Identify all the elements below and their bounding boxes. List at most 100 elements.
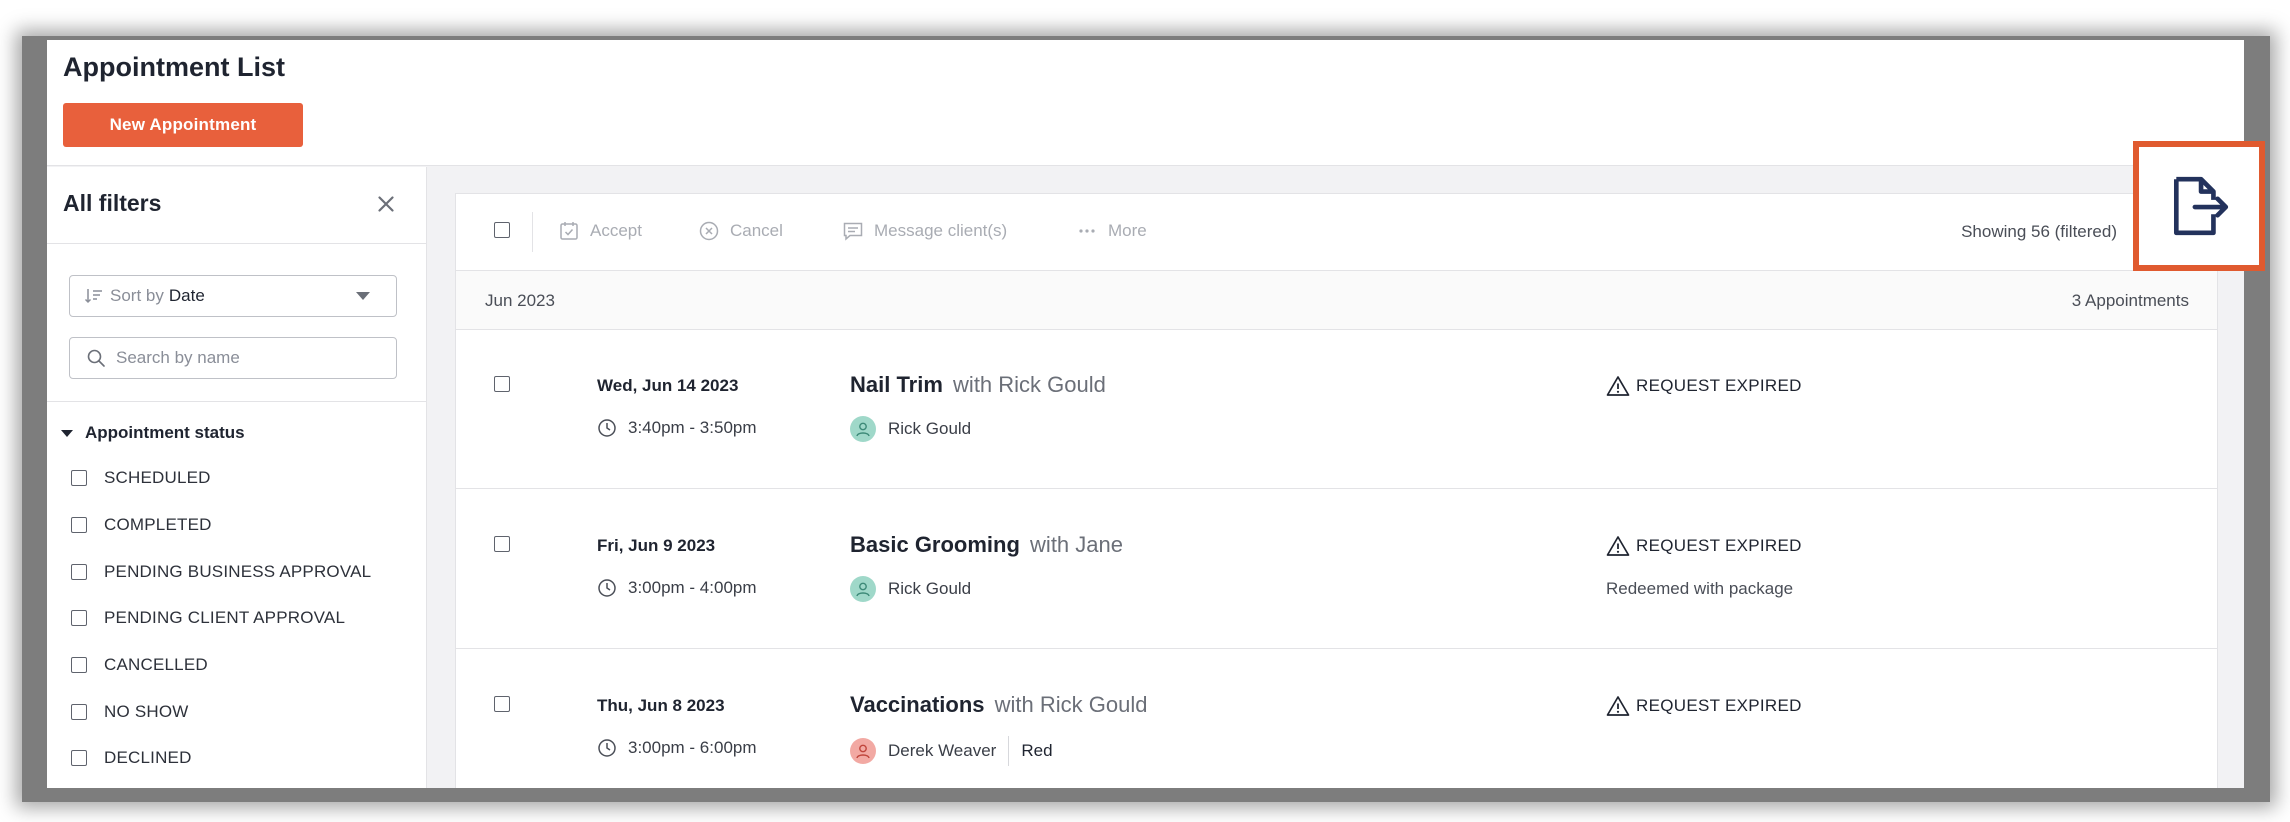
status-label: REQUEST EXPIRED bbox=[1636, 696, 1802, 715]
search-input[interactable] bbox=[116, 348, 386, 368]
month-label: Jun 2023 bbox=[485, 291, 555, 310]
sort-icon bbox=[84, 289, 102, 304]
sort-prefix: Sort by bbox=[110, 286, 164, 305]
status-option-label: CANCELLED bbox=[104, 655, 208, 675]
status-option-label: PENDING BUSINESS APPROVAL bbox=[104, 561, 372, 581]
time-label: 3:00pm - 6:00pm bbox=[628, 738, 757, 757]
row-checkbox[interactable] bbox=[494, 696, 510, 712]
message-clients-button[interactable]: Message client(s) bbox=[842, 220, 1007, 242]
message-icon bbox=[843, 222, 863, 241]
service-name: Nail Trim bbox=[850, 372, 943, 397]
user-icon bbox=[856, 422, 870, 437]
cancel-label: Cancel bbox=[730, 221, 783, 240]
row-checkbox[interactable] bbox=[494, 536, 510, 552]
appointment-status-label: Appointment status bbox=[85, 423, 245, 442]
appointment-time: 3:00pm - 4:00pm bbox=[597, 578, 757, 598]
user-icon bbox=[856, 744, 870, 759]
status-label: REQUEST EXPIRED bbox=[1636, 376, 1802, 395]
appointment-client: Rick Gould bbox=[850, 576, 971, 602]
filters-sidebar: All filters Sort by Date Appointment sta… bbox=[47, 167, 427, 788]
client-name[interactable]: Rick Gould bbox=[888, 419, 971, 439]
status-filter-option[interactable]: PENDING CLIENT APPROVAL bbox=[71, 595, 371, 642]
clock-icon bbox=[598, 739, 616, 757]
appointment-row[interactable]: Thu, Jun 8 2023 3:00pm - 6:00pm Vaccinat… bbox=[456, 650, 2217, 788]
avatar bbox=[850, 576, 876, 602]
appointment-row[interactable]: Wed, Jun 14 2023 3:40pm - 3:50pm Nail Tr… bbox=[456, 330, 2217, 489]
status-filter-option[interactable]: NO SHOW bbox=[71, 688, 371, 735]
client-name[interactable]: Rick Gould bbox=[888, 579, 971, 599]
checkbox[interactable] bbox=[71, 563, 87, 580]
close-icon[interactable] bbox=[373, 191, 399, 217]
status-option-label: SCHEDULED bbox=[104, 468, 211, 488]
warning-icon bbox=[1606, 376, 1630, 396]
client-name[interactable]: Derek Weaver bbox=[888, 741, 996, 761]
caret-down-icon bbox=[61, 429, 73, 437]
avatar bbox=[850, 416, 876, 442]
checkbox[interactable] bbox=[71, 517, 87, 534]
status-filter-list: SCHEDULED COMPLETED PENDING BUSINESS APP… bbox=[71, 455, 371, 782]
month-group-header: Jun 2023 3 Appointments bbox=[456, 271, 2217, 330]
select-all-checkbox[interactable] bbox=[494, 222, 510, 238]
bulk-action-toolbar: Accept Cancel Message client(s) More Sho… bbox=[456, 194, 2217, 271]
service-staff: with Rick Gould bbox=[953, 372, 1106, 397]
status-filter-option[interactable]: COMPLETED bbox=[71, 502, 371, 549]
appointment-date: Wed, Jun 14 2023 bbox=[597, 376, 739, 395]
appointment-service: Nail Trim with Rick Gould bbox=[850, 372, 1106, 398]
time-label: 3:40pm - 3:50pm bbox=[628, 418, 757, 437]
status-option-label: DECLINED bbox=[104, 748, 192, 768]
accept-label: Accept bbox=[590, 221, 642, 240]
service-staff: with Rick Gould bbox=[994, 692, 1148, 717]
export-file-icon bbox=[2173, 176, 2229, 236]
user-icon bbox=[856, 582, 870, 597]
page-title: Appointment List bbox=[63, 52, 285, 82]
checkbox[interactable] bbox=[71, 610, 87, 627]
checkbox[interactable] bbox=[71, 750, 87, 767]
search-box bbox=[69, 337, 397, 379]
pet-divider bbox=[1008, 736, 1010, 766]
export-button[interactable] bbox=[2133, 141, 2265, 271]
appointment-date: Fri, Jun 9 2023 bbox=[597, 536, 716, 555]
appointments-card: Accept Cancel Message client(s) More Sho… bbox=[455, 193, 2218, 788]
accept-button[interactable]: Accept bbox=[558, 220, 642, 242]
service-name: Vaccinations bbox=[850, 692, 985, 717]
sort-select[interactable]: Sort by Date bbox=[69, 275, 397, 317]
more-dots-icon bbox=[1079, 229, 1095, 233]
status-filter-option[interactable]: DECLINED bbox=[71, 735, 371, 782]
appointment-time: 3:40pm - 3:50pm bbox=[597, 418, 757, 438]
checkbox[interactable] bbox=[71, 470, 87, 487]
pet-name[interactable]: Red bbox=[1021, 741, 1052, 761]
status-badge: REQUEST EXPIRED bbox=[1606, 375, 1802, 397]
sidebar-divider bbox=[47, 401, 427, 402]
cancel-circle-icon bbox=[699, 221, 719, 241]
appointment-row[interactable]: Fri, Jun 9 2023 3:00pm - 4:00pm Basic Gr… bbox=[456, 490, 2217, 649]
cancel-button[interactable]: Cancel bbox=[698, 220, 783, 242]
month-count: 3 Appointments bbox=[2071, 291, 2189, 310]
status-option-label: NO SHOW bbox=[104, 701, 189, 721]
new-appointment-button[interactable]: New Appointment bbox=[63, 103, 303, 147]
more-button[interactable]: More bbox=[1076, 220, 1147, 242]
appointment-status-toggle[interactable]: Appointment status bbox=[61, 423, 245, 443]
status-filter-option[interactable]: PENDING BUSINESS APPROVAL bbox=[71, 548, 371, 595]
status-badge: REQUEST EXPIRED bbox=[1606, 535, 1802, 557]
toolbar-divider bbox=[532, 212, 533, 252]
chevron-down-icon bbox=[356, 292, 370, 300]
appointment-note: Redeemed with package bbox=[1606, 579, 1794, 598]
sidebar-divider bbox=[47, 243, 427, 244]
appointment-service: Vaccinations with Rick Gould bbox=[850, 692, 1147, 718]
row-checkbox[interactable] bbox=[494, 376, 510, 392]
checkbox[interactable] bbox=[71, 657, 87, 674]
sort-value: Date bbox=[168, 286, 205, 305]
clock-icon bbox=[598, 419, 616, 437]
status-filter-option[interactable]: CANCELLED bbox=[71, 642, 371, 689]
checkbox[interactable] bbox=[71, 703, 87, 720]
service-staff: with Jane bbox=[1030, 532, 1123, 557]
time-label: 3:00pm - 4:00pm bbox=[628, 578, 757, 597]
calendar-check-icon bbox=[560, 222, 578, 240]
page-header: Appointment List New Appointment bbox=[47, 40, 2244, 166]
app-window: Appointment List New Appointment All fil… bbox=[47, 40, 2244, 788]
status-label: REQUEST EXPIRED bbox=[1636, 536, 1802, 555]
status-option-label: PENDING CLIENT APPROVAL bbox=[104, 608, 346, 628]
appointment-time: 3:00pm - 6:00pm bbox=[597, 738, 757, 758]
search-icon bbox=[87, 349, 105, 367]
status-filter-option[interactable]: SCHEDULED bbox=[71, 455, 371, 502]
